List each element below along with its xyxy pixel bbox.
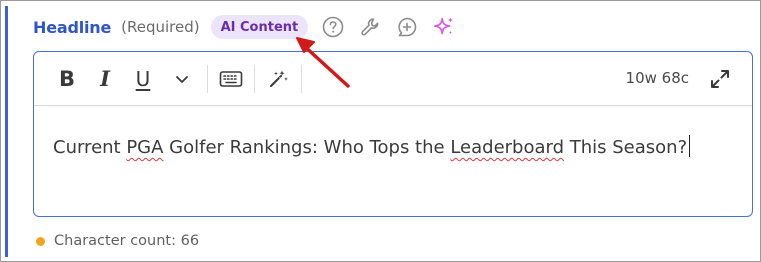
italic-button[interactable]: I — [90, 64, 120, 94]
editor-toolbar: B I U 10w 68c — [34, 52, 752, 106]
field-header: Headline (Required) AI Content — [33, 13, 733, 41]
ai-content-badge[interactable]: AI Content — [210, 15, 309, 39]
sparkle-icon[interactable] — [432, 15, 456, 39]
add-comment-icon[interactable] — [395, 15, 419, 39]
field-label: Headline — [33, 17, 112, 37]
text-segment: This Season? — [564, 137, 688, 158]
editor-content[interactable]: Current PGA Golfer Rankings: Who Tops th… — [53, 135, 733, 158]
character-count-label: Character count: 66 — [54, 233, 200, 249]
help-circle-icon[interactable] — [321, 15, 345, 39]
word-count: 10w 68c — [625, 69, 689, 87]
text-segment: Current — [53, 137, 127, 158]
required-label: (Required) — [121, 18, 200, 36]
spellcheck-flagged-word: PGA — [126, 137, 164, 158]
character-count: Character count: 66 — [36, 233, 199, 249]
toolbar-divider — [301, 64, 302, 93]
focus-indicator-bar — [5, 6, 8, 257]
toolbar-divider — [254, 64, 255, 93]
text-caret — [689, 135, 691, 157]
chevron-down-icon[interactable] — [170, 64, 194, 94]
expand-icon[interactable] — [708, 67, 732, 91]
magic-wand-icon[interactable] — [263, 64, 293, 94]
text-segment: Golfer Rankings: Who Tops the — [163, 137, 451, 158]
status-dot — [36, 236, 45, 246]
bold-button[interactable]: B — [52, 64, 82, 94]
underline-button[interactable]: U — [128, 64, 158, 94]
spellcheck-flagged-word: Leaderboard — [450, 137, 565, 158]
wrench-icon[interactable] — [358, 15, 382, 39]
keyboard-icon[interactable] — [216, 64, 246, 94]
toolbar-divider — [207, 64, 208, 93]
headline-editor[interactable]: B I U 10w 68c Current PGA Golfer Ranking… — [33, 51, 753, 217]
